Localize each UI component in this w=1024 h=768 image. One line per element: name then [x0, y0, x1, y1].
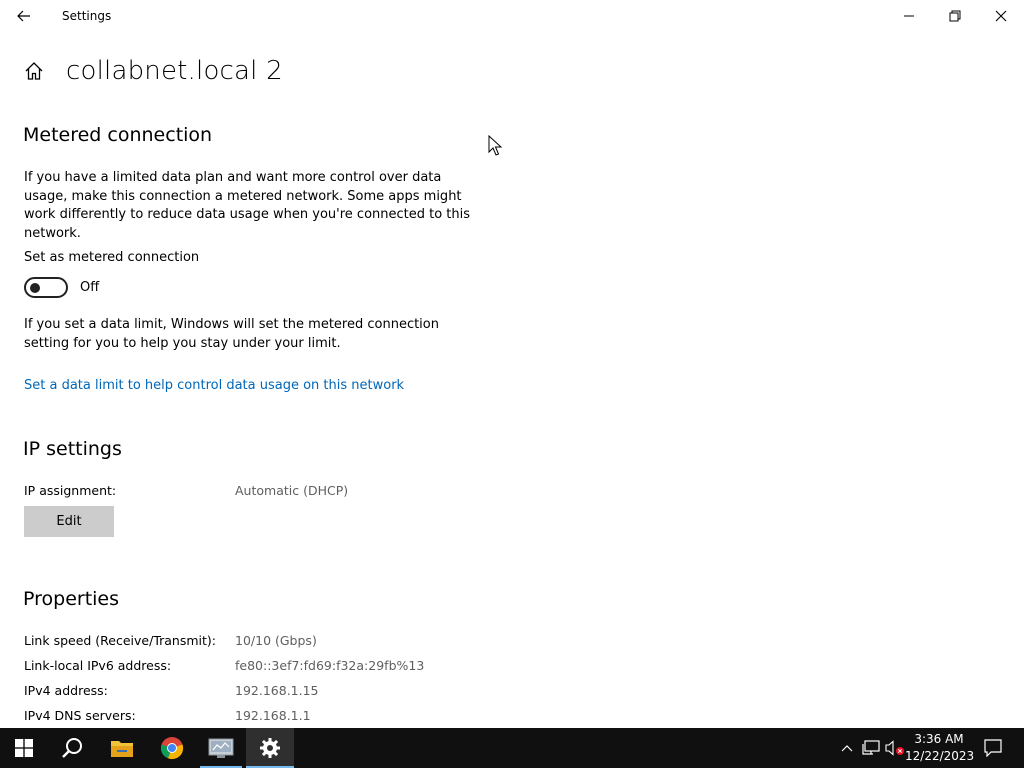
back-button[interactable]: [8, 2, 40, 30]
ip-settings-heading: IP settings: [23, 438, 122, 460]
network-tray-button[interactable]: [860, 728, 882, 768]
network-app-icon: [208, 738, 234, 758]
start-button[interactable]: [0, 728, 48, 768]
close-button[interactable]: [978, 0, 1024, 32]
volume-tray-button[interactable]: [884, 728, 906, 768]
property-key-link-speed: Link speed (Receive/Transmit):: [24, 633, 217, 648]
edit-button[interactable]: Edit: [24, 506, 114, 537]
clock-time: 3:36 AM: [914, 732, 964, 746]
metered-heading: Metered connection: [23, 124, 213, 146]
property-key-ipv4: IPv4 address:: [24, 683, 108, 698]
properties-heading: Properties: [23, 588, 120, 610]
taskbar-search-button[interactable]: [48, 728, 96, 768]
taskbar: 3:36 AM 12/22/2023: [0, 728, 1024, 768]
title-bar: Settings: [0, 0, 1024, 32]
ip-assignment-value: Automatic (DHCP): [235, 483, 349, 498]
start-icon: [15, 739, 33, 757]
chevron-up-icon: [841, 745, 853, 752]
taskbar-file-explorer[interactable]: [98, 728, 146, 768]
action-center-button[interactable]: [978, 728, 1008, 768]
search-icon: [62, 738, 82, 758]
page-header: collabnet.local 2: [22, 56, 283, 86]
page-title: collabnet.local 2: [66, 56, 283, 86]
toggle-knob: [30, 282, 40, 293]
property-value-link-speed: 10/10 (Gbps): [235, 633, 317, 648]
data-limit-link[interactable]: Set a data limit to help control data us…: [24, 378, 404, 393]
metered-toggle[interactable]: [24, 277, 68, 298]
metered-description: If you have a limited data plan and want…: [24, 170, 471, 241]
mouse-pointer-icon: [488, 134, 503, 161]
network-wired-icon: [862, 740, 880, 755]
settings-window: Settings collabnet.local 2 Metered conne…: [0, 0, 1024, 728]
restore-button[interactable]: [932, 0, 978, 32]
taskbar-clock[interactable]: 3:36 AM 12/22/2023: [905, 731, 975, 765]
property-value-ipv4: 192.168.1.15: [235, 683, 319, 698]
metered-toggle-label: Set as metered connection: [24, 250, 200, 265]
restore-icon: [949, 10, 961, 22]
taskbar-chrome[interactable]: [148, 728, 196, 768]
property-value-dns: 192.168.1.1: [235, 708, 311, 723]
minimize-icon: [904, 15, 914, 17]
home-icon[interactable]: [22, 59, 46, 83]
settings-icon: [260, 738, 280, 758]
notification-icon: [984, 739, 1002, 757]
property-value-ipv6: fe80::3ef7:fd69:f32a:29fb%13: [235, 658, 425, 673]
ip-assignment-label: IP assignment:: [24, 483, 117, 498]
clock-date: 12/22/2023: [905, 749, 975, 763]
window-title: Settings: [62, 9, 112, 23]
show-hidden-icons-button[interactable]: [838, 728, 856, 768]
taskbar-network-app[interactable]: [200, 728, 242, 768]
chrome-icon: [160, 737, 184, 760]
metered-toggle-state: Off: [80, 280, 100, 295]
minimize-button[interactable]: [886, 0, 932, 32]
property-key-ipv6: Link-local IPv6 address:: [24, 658, 172, 673]
volume-muted-icon: [885, 740, 904, 756]
back-arrow-icon: [17, 10, 30, 22]
property-key-dns: IPv4 DNS servers:: [24, 708, 136, 723]
close-icon: [995, 10, 1007, 22]
file-explorer-icon: [111, 741, 133, 757]
data-limit-description: If you set a data limit, Windows will se…: [24, 317, 439, 351]
taskbar-settings[interactable]: [246, 728, 294, 768]
